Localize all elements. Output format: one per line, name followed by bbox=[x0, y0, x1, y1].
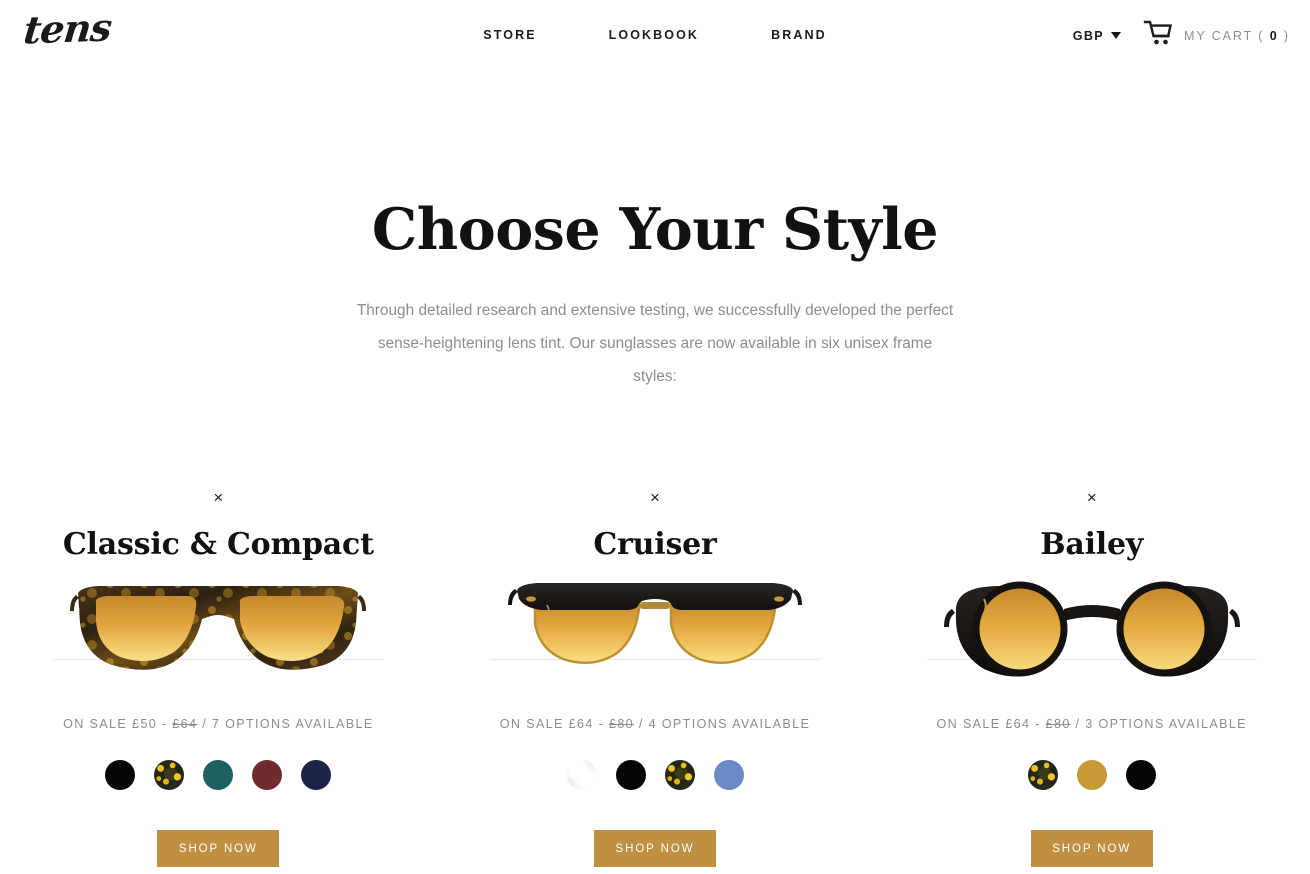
color-swatches bbox=[0, 759, 437, 790]
product-grid: × Classic & Compact ON SALE £50 - £64 / … bbox=[0, 489, 1310, 867]
swatch-tortoise[interactable] bbox=[154, 759, 185, 790]
price-original: £80 bbox=[1045, 716, 1071, 731]
product-title: Cruiser bbox=[593, 526, 717, 562]
page-title: Choose Your Style bbox=[371, 196, 939, 263]
cta-container: SHOP NOW bbox=[873, 829, 1310, 867]
shop-now-button[interactable]: SHOP NOW bbox=[594, 829, 716, 867]
cart-label-prefix: MY CART ( bbox=[1184, 28, 1270, 43]
swatch-marble[interactable] bbox=[566, 759, 597, 790]
currency-selector[interactable]: GBP bbox=[1072, 28, 1122, 43]
nav-item-store[interactable]: STORE bbox=[477, 26, 542, 44]
swatch-tortoise[interactable] bbox=[1027, 759, 1058, 790]
swatch-navy[interactable] bbox=[301, 759, 332, 790]
price-original: £80 bbox=[608, 716, 635, 731]
product-card: × Classic & Compact ON SALE £50 - £64 / … bbox=[0, 489, 437, 867]
shopping-cart-icon bbox=[1143, 20, 1173, 51]
shop-now-button[interactable]: SHOP NOW bbox=[1030, 829, 1153, 867]
close-icon[interactable]: × bbox=[873, 489, 1310, 507]
chevron-down-icon bbox=[1111, 32, 1122, 39]
product-card: × Cruiser ON SALE £64 - £80 / 4 OPTIONS … bbox=[437, 489, 874, 867]
product-title: Bailey bbox=[1040, 526, 1144, 562]
swatch-blue[interactable] bbox=[713, 759, 744, 790]
product-image bbox=[0, 577, 437, 695]
product-image bbox=[437, 577, 874, 695]
price-sale: ON SALE £64 - bbox=[936, 716, 1046, 731]
swatch-maroon[interactable] bbox=[252, 759, 283, 790]
swatch-black[interactable] bbox=[615, 759, 646, 790]
close-icon[interactable]: × bbox=[437, 489, 874, 507]
product-title: Classic & Compact bbox=[62, 526, 374, 562]
cta-container: SHOP NOW bbox=[437, 829, 874, 867]
product-price: ON SALE £50 - £64 / 7 OPTIONS AVAILABLE bbox=[0, 717, 437, 731]
price-sale: ON SALE £50 - bbox=[63, 716, 173, 731]
hero-subtitle: Through detailed research and extensive … bbox=[356, 301, 954, 385]
color-swatches bbox=[873, 759, 1310, 790]
product-price: ON SALE £64 - £80 / 4 OPTIONS AVAILABLE bbox=[437, 717, 874, 731]
sunglasses-browline-illustration bbox=[508, 582, 802, 664]
price-original: £64 bbox=[172, 716, 198, 731]
product-card: × Bailey ON SALE £64 - £80 / 3 OPTIONS A… bbox=[873, 489, 1310, 867]
close-icon[interactable]: × bbox=[0, 489, 437, 507]
price-sale: ON SALE £64 - bbox=[499, 716, 609, 731]
price-options: / 3 OPTIONS AVAILABLE bbox=[1070, 716, 1247, 731]
nav-item-lookbook[interactable]: LOOKBOOK bbox=[603, 26, 705, 44]
swatch-black[interactable] bbox=[1125, 759, 1156, 790]
swatch-gold[interactable] bbox=[1076, 759, 1107, 790]
product-price: ON SALE £64 - £80 / 3 OPTIONS AVAILABLE bbox=[873, 717, 1310, 731]
shop-now-button[interactable]: SHOP NOW bbox=[157, 829, 280, 867]
sunglasses-wayfarer-illustration bbox=[70, 585, 367, 670]
color-swatches bbox=[437, 759, 874, 790]
product-image bbox=[873, 577, 1310, 695]
swatch-teal[interactable] bbox=[203, 759, 234, 790]
header-utilities: GBP MY CART ( 0 ) bbox=[1073, 20, 1290, 51]
swatch-black[interactable] bbox=[105, 759, 136, 790]
currency-label: GBP bbox=[1072, 28, 1105, 43]
swatch-tortoise[interactable] bbox=[664, 759, 695, 790]
cart-button[interactable]: MY CART ( 0 ) bbox=[1143, 20, 1290, 51]
hero-section: Choose Your Style Through detailed resea… bbox=[0, 68, 1310, 393]
sunglasses-round-illustration bbox=[943, 581, 1240, 677]
cart-count: 0 bbox=[1269, 28, 1279, 43]
nav-item-brand[interactable]: BRAND bbox=[765, 26, 833, 44]
cta-container: SHOP NOW bbox=[0, 829, 437, 867]
cart-label-suffix: ) bbox=[1278, 28, 1290, 43]
cart-label: MY CART ( 0 ) bbox=[1184, 29, 1290, 43]
price-options: / 4 OPTIONS AVAILABLE bbox=[634, 716, 811, 731]
site-header: tens STORE LOOKBOOK BRAND GBP MY CART ( … bbox=[0, 0, 1310, 68]
price-options: / 7 OPTIONS AVAILABLE bbox=[197, 716, 374, 731]
